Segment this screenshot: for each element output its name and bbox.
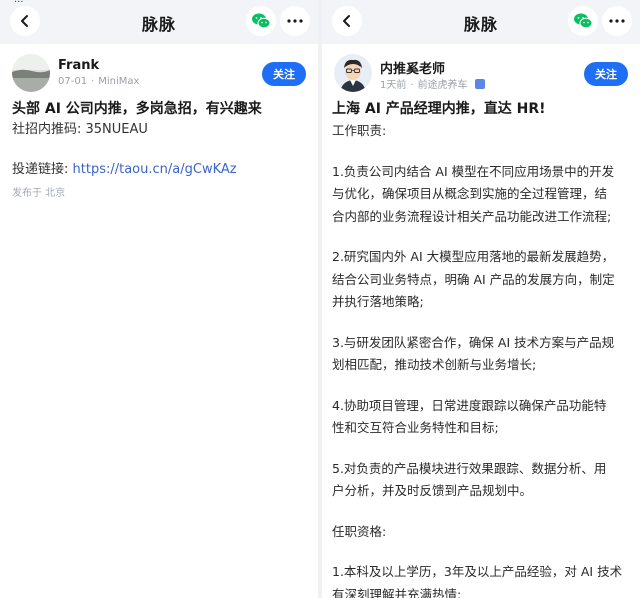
body-line: 1.本科及以上学历，3年及以上产品经验，对 AI 技术 <box>332 564 623 579</box>
wechat-icon <box>252 13 271 29</box>
body-line: 结合公司业务特点，明确 AI 产品的发展方向，制定 <box>332 271 615 287</box>
post-body: 工作职责: 1.负责公司内结合 AI 模型在不同应用场景中的开发 与优化，确保项… <box>332 120 630 598</box>
more-dots-icon <box>287 19 303 23</box>
cartoon-avatar-image <box>334 54 372 92</box>
referral-code-line: 社招内推码: 35NUEAU <box>12 122 148 137</box>
body-line: 与优化，确保项目从概念到实施的全过程管理，结 <box>332 186 608 201</box>
author-meta: 1天前 · 前途虎养车 <box>380 76 489 91</box>
body-line: 任职资格: <box>332 523 387 539</box>
body-line: 5.对负责的产品模块进行效果跟踪、数据分析、用 <box>332 460 607 476</box>
body-line: 2.研究国内外 AI 大模型应用落地的最新发展趋势， <box>332 249 615 264</box>
meta-separator: · <box>410 80 414 91</box>
verified-badge-icon <box>474 79 485 89</box>
post-date: 07-01 <box>58 76 88 87</box>
avatar[interactable] <box>334 54 372 92</box>
apply-link-line: 投递链接: https://taou.cn/a/gCwKAz <box>12 160 306 180</box>
post-time: 1天前 <box>380 80 407 91</box>
body-line: 4.协助项目管理，日常进度跟踪以确保产品功能特 <box>332 397 607 413</box>
top-nav-bar: ... 脉脉 <box>0 0 318 44</box>
top-nav-bar: 脉脉 <box>322 0 640 44</box>
post-title: 上海 AI 产品经理内推，直达 HR! <box>332 101 546 117</box>
body-line: 1.负责公司内结合 AI 模型在不同应用场景中的开发 <box>332 163 615 179</box>
left-post-screen: ... 脉脉 Frank 07-01·M <box>0 0 318 598</box>
share-wechat-button[interactable] <box>568 6 598 36</box>
share-wechat-button[interactable] <box>246 6 276 36</box>
body-line: 划相匹配，推动技术创新与业务增长; <box>332 357 537 372</box>
body-line: 并执行落地策略; <box>332 294 424 309</box>
landscape-avatar-image <box>12 54 50 92</box>
more-button[interactable] <box>280 6 310 36</box>
wechat-icon <box>574 13 593 29</box>
right-post-screen: 脉脉 内推奚老师 1天前 · 前途虎养车 关注 上海 AI 产品经理内推，直达 … <box>322 0 640 598</box>
author-company: MiniMax <box>98 76 140 87</box>
apply-link-label: 投递链接: <box>12 162 73 177</box>
more-dots-icon <box>609 19 625 23</box>
body-line: 有深刻理解并充满热情; <box>332 586 462 598</box>
post-body: 社招内推码: 35NUEAU 投递链接: https://taou.cn/a/g… <box>12 120 306 204</box>
author-name[interactable]: 内推奚老师 <box>380 58 445 77</box>
body-line: 工作职责: <box>332 123 387 138</box>
body-line: 合内部的业务流程设计相关产品功能改进工作流程; <box>332 208 612 224</box>
author-meta: 07-01 · MiniMax <box>58 76 140 87</box>
body-line: 3.与研发团队紧密合作，确保 AI 技术方案与产品规 <box>332 334 615 350</box>
more-button[interactable] <box>602 6 632 36</box>
post-author-header: Frank 07-01 · MiniMax 关注 <box>0 52 318 96</box>
body-line: 户分析，并及时反馈到产品规划中。 <box>332 483 533 498</box>
status-bar-text: ... <box>14 0 24 5</box>
avatar[interactable] <box>12 54 50 92</box>
body-line: 性和交互符合业务特性和目标; <box>332 420 499 435</box>
post-title: 头部 AI 公司内推，多岗急招，有兴趣来 <box>12 101 262 117</box>
apply-link[interactable]: https://taou.cn/a/gCwKAz <box>73 162 237 177</box>
post-author-header: 内推奚老师 1天前 · 前途虎养车 关注 <box>322 52 640 96</box>
follow-button[interactable]: 关注 <box>584 62 628 86</box>
author-name[interactable]: Frank <box>58 58 99 73</box>
post-location: 发布于 北京 <box>12 188 66 199</box>
author-company: 前途虎养车 <box>417 80 468 91</box>
follow-button[interactable]: 关注 <box>262 62 306 86</box>
